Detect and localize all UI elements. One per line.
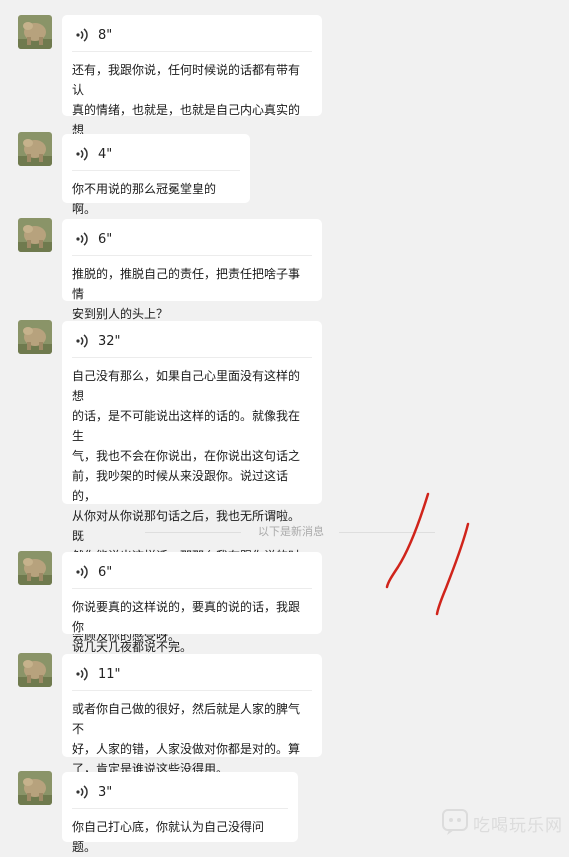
watermark-text: 吃喝玩乐网	[473, 816, 563, 836]
red-annotation-marks	[385, 492, 470, 616]
annotation-stroke	[385, 492, 430, 589]
annotation-stroke	[435, 522, 470, 616]
watermark-logo-icon	[442, 809, 468, 835]
watermark: 吃喝玩乐网	[439, 804, 569, 838]
